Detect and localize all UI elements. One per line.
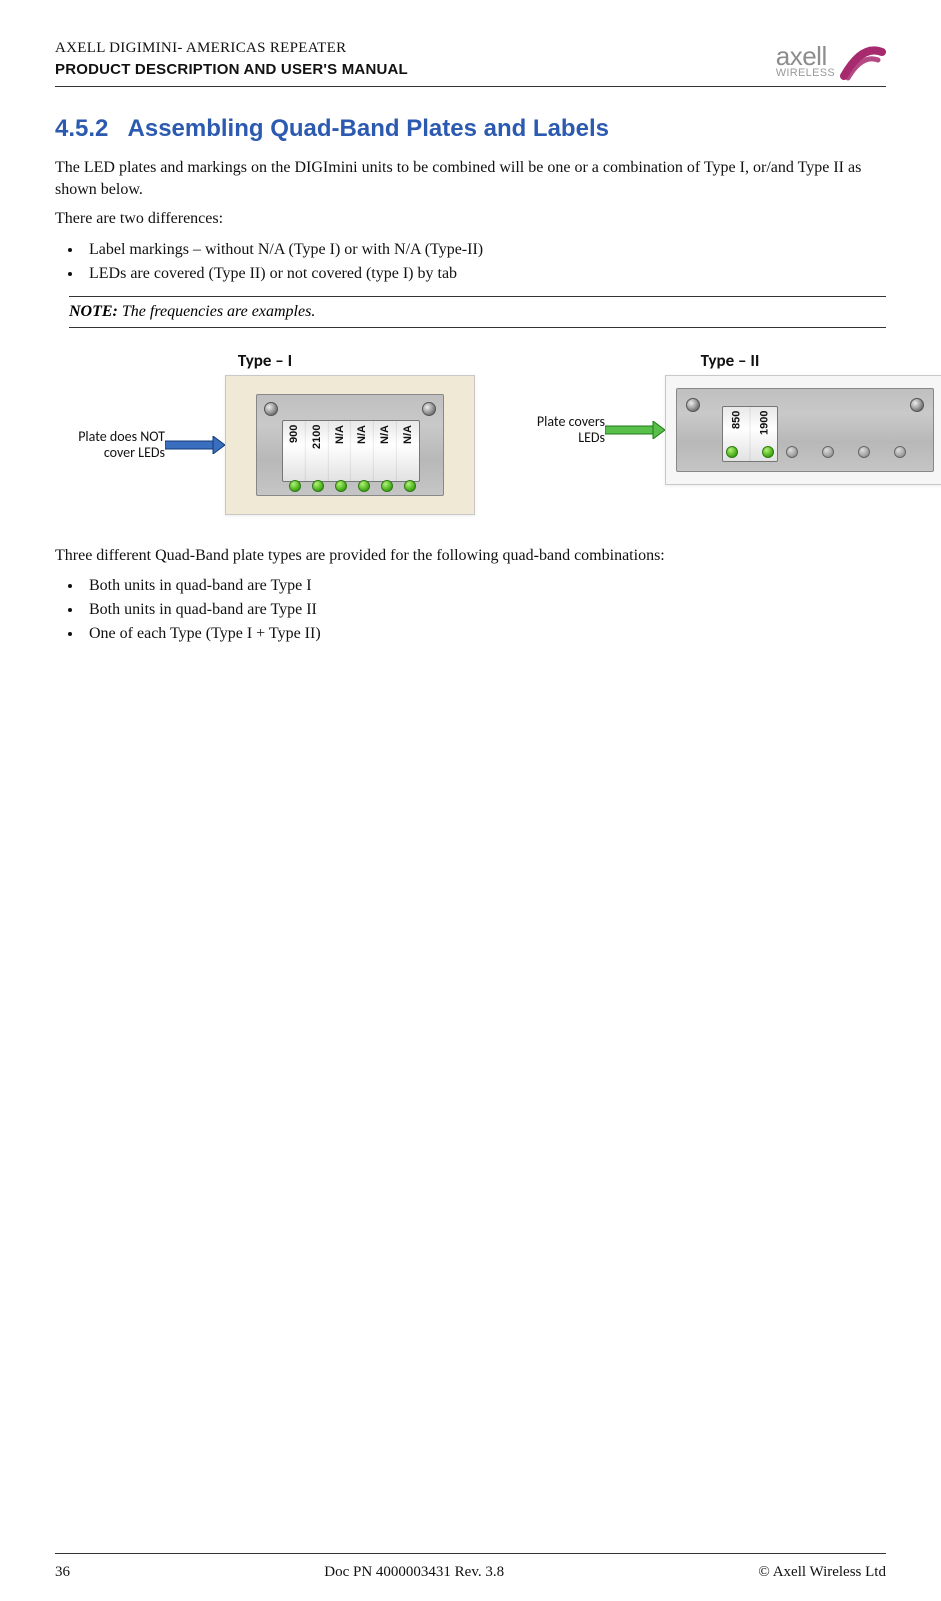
- figure-row: Type – I Plate does NOT cover LEDs 900: [55, 350, 886, 515]
- led-green-icon: [726, 446, 738, 458]
- type1-annotation-l2: cover LEDs: [104, 444, 165, 461]
- device-type-1: 900 2100 N/A N/A N/A N/A: [225, 375, 475, 515]
- type2-annotation-l1: Plate covers: [537, 413, 605, 430]
- led-grey-icon: [822, 446, 834, 458]
- type1-annotation-row: Plate does NOT cover LEDs 900 2100 N/A N: [55, 375, 475, 515]
- device-type-2: 850 1900: [665, 375, 941, 485]
- led-green-icon: [335, 480, 347, 492]
- led-row-covered: [786, 446, 906, 458]
- led-green-icon: [289, 480, 301, 492]
- label-plate: 900 2100 N/A N/A N/A N/A: [282, 420, 420, 482]
- differences-list: Label markings – without N/A (Type I) or…: [83, 238, 886, 286]
- logo-brand: axell: [776, 45, 835, 68]
- section-number: 4.5.2: [55, 115, 108, 142]
- freq-label: N/A: [373, 421, 396, 481]
- screw-icon: [910, 398, 924, 412]
- brand-logo: axell WIRELESS: [776, 40, 886, 82]
- led-row: [726, 446, 774, 458]
- list-item: Both units in quad-band are Type I: [83, 574, 886, 598]
- type2-heading: Type – II: [701, 350, 760, 371]
- paragraph-intro: The LED plates and markings on the DIGIm…: [55, 157, 886, 200]
- freq-label: N/A: [396, 421, 419, 481]
- logo-arc-icon: [838, 42, 886, 82]
- screw-icon: [422, 402, 436, 416]
- screw-icon: [686, 398, 700, 412]
- combinations-list: Both units in quad-band are Type I Both …: [83, 574, 886, 646]
- type1-annotation-l1: Plate does NOT: [78, 428, 165, 445]
- page-number: 36: [55, 1564, 70, 1581]
- note-block: NOTE: The frequencies are examples.: [69, 296, 886, 328]
- figure-type-2: Type – II Plate covers LEDs 850 1900: [515, 350, 941, 485]
- list-item: LEDs are covered (Type II) or not covere…: [83, 262, 886, 286]
- led-grey-icon: [894, 446, 906, 458]
- doc-number: Doc PN 4000003431 Rev. 3.8: [324, 1564, 504, 1581]
- figure-type-1: Type – I Plate does NOT cover LEDs 900: [55, 350, 475, 515]
- chassis: [676, 388, 934, 472]
- led-green-icon: [404, 480, 416, 492]
- type1-heading: Type – I: [238, 350, 292, 371]
- paragraph-diffs: There are two differences:: [55, 208, 886, 230]
- led-grey-icon: [786, 446, 798, 458]
- list-item: Both units in quad-band are Type II: [83, 598, 886, 622]
- list-item: Label markings – without N/A (Type I) or…: [83, 238, 886, 262]
- doc-subtitle: PRODUCT DESCRIPTION AND USER'S MANUAL: [55, 61, 776, 78]
- freq-label: N/A: [350, 421, 373, 481]
- copyright: © Axell Wireless Ltd: [758, 1564, 886, 1581]
- arrow-right-green-icon: [605, 421, 665, 439]
- led-green-icon: [762, 446, 774, 458]
- type1-annotation: Plate does NOT cover LEDs: [55, 429, 165, 461]
- product-line: AXELL DIGIMINI- AMERICAS REPEATER: [55, 40, 776, 57]
- header-left: AXELL DIGIMINI- AMERICAS REPEATER PRODUC…: [55, 40, 776, 78]
- page-footer: 36 Doc PN 4000003431 Rev. 3.8 © Axell Wi…: [55, 1554, 886, 1581]
- type2-annotation: Plate covers LEDs: [515, 414, 605, 446]
- led-grey-icon: [858, 446, 870, 458]
- freq-label: 2100: [305, 421, 328, 481]
- note-label: NOTE:: [69, 303, 118, 320]
- screw-icon: [264, 402, 278, 416]
- led-green-icon: [312, 480, 324, 492]
- arrow-right-blue-icon: [165, 436, 225, 454]
- led-row: [289, 480, 416, 492]
- page-header: AXELL DIGIMINI- AMERICAS REPEATER PRODUC…: [55, 40, 886, 82]
- section-heading: 4.5.2 Assembling Quad-Band Plates and La…: [55, 115, 886, 143]
- note-text: The frequencies are examples.: [122, 303, 315, 320]
- type2-annotation-l2: LEDs: [578, 429, 605, 446]
- paragraph-combos: Three different Quad-Band plate types ar…: [55, 545, 886, 567]
- type2-annotation-row: Plate covers LEDs 850 1900: [515, 375, 941, 485]
- header-rule: [55, 86, 886, 87]
- logo-sub: WIRELESS: [776, 69, 835, 79]
- list-item: One of each Type (Type I + Type II): [83, 622, 886, 646]
- freq-label: 900: [283, 421, 305, 481]
- led-green-icon: [381, 480, 393, 492]
- logo-text: axell WIRELESS: [776, 45, 835, 78]
- section-title: Assembling Quad-Band Plates and Labels: [128, 115, 609, 142]
- led-green-icon: [358, 480, 370, 492]
- freq-label: N/A: [328, 421, 351, 481]
